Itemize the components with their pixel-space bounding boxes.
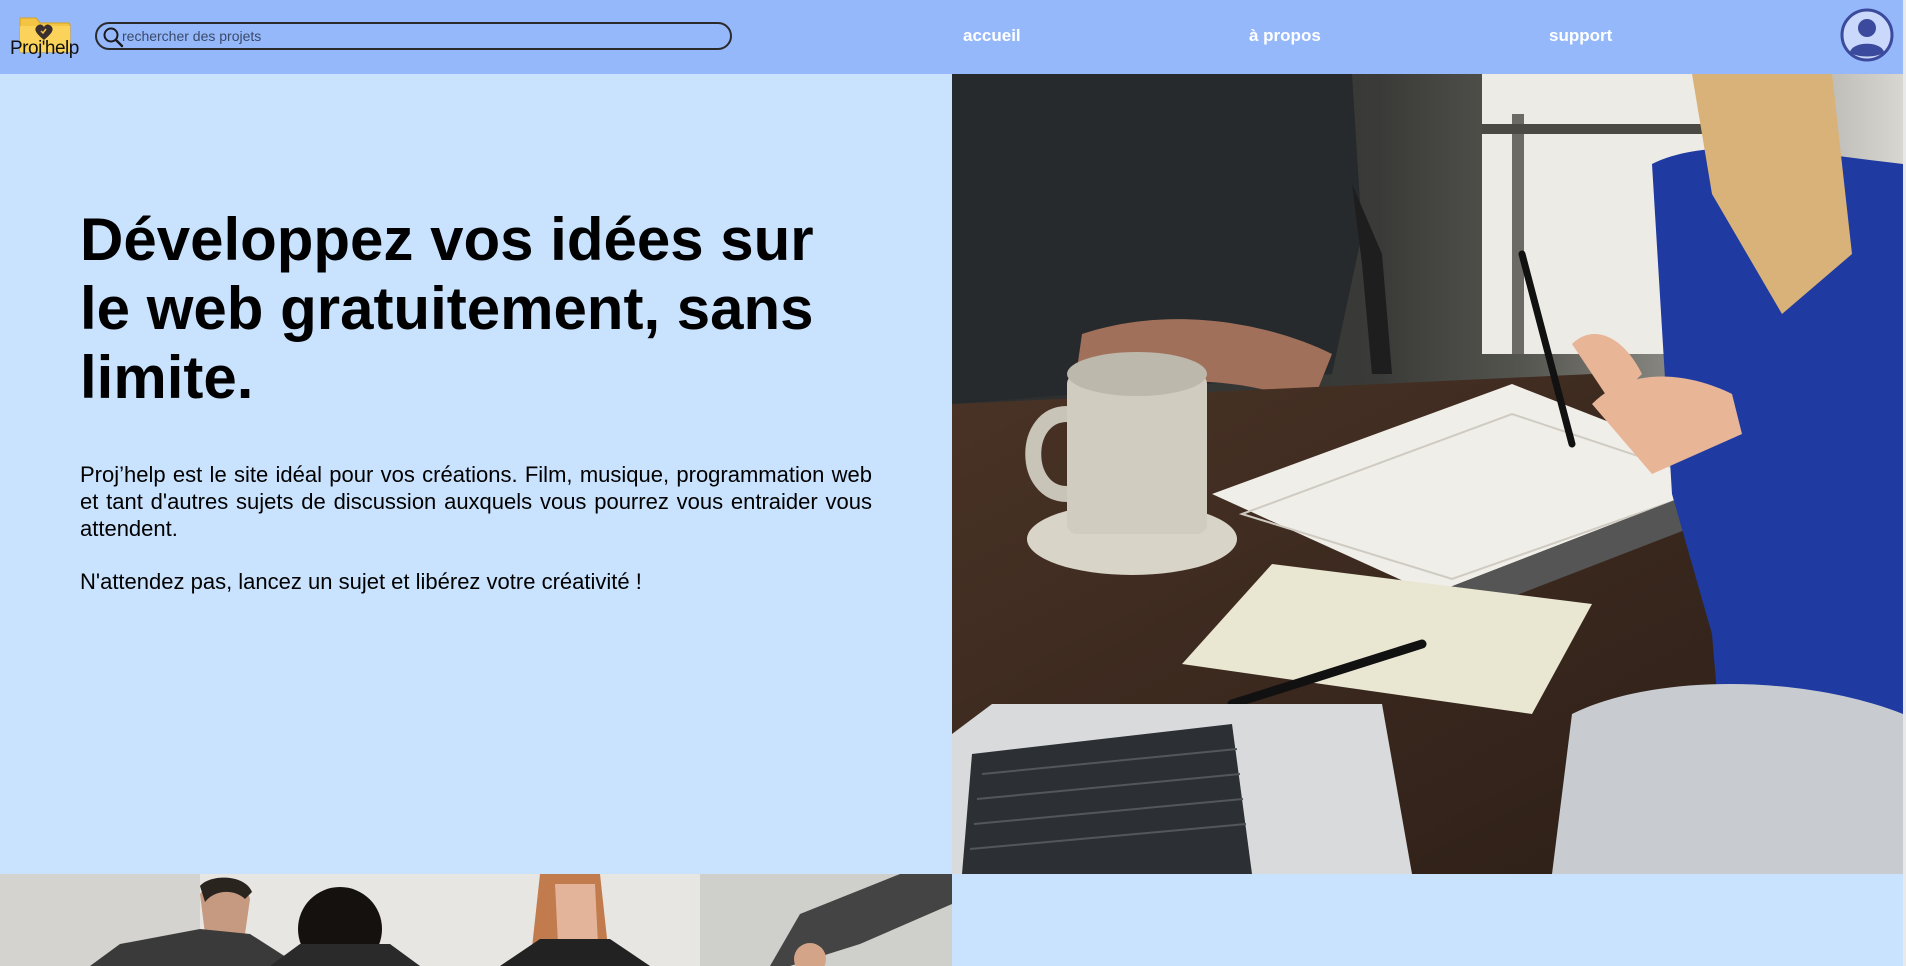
page: Proj'help accueil à propos support Dével…: [0, 0, 1906, 966]
search-icon[interactable]: [102, 26, 124, 48]
team-photo-illustration: [0, 874, 952, 966]
top-navbar: Proj'help accueil à propos support: [0, 0, 1906, 74]
bottom-right-panel: [952, 874, 1903, 966]
team-photo-strip: [0, 874, 952, 966]
search-bar[interactable]: [95, 22, 732, 50]
nav-link-support[interactable]: support: [1549, 26, 1612, 46]
search-input[interactable]: [122, 25, 712, 47]
logo-text: Proj'help: [10, 38, 79, 59]
hero-description: Proj’help est le site idéal pour vos cré…: [80, 462, 872, 541]
hero-photo-workspace: [952, 74, 1903, 874]
hero-call-to-action: N'attendez pas, lancez un sujet et libér…: [80, 569, 642, 594]
hero-text-panel: Développez vos idées sur le web gratuite…: [0, 74, 952, 874]
nav-link-accueil[interactable]: accueil: [963, 26, 1021, 46]
workspace-photo-illustration: [952, 74, 1903, 874]
user-account-icon[interactable]: [1840, 8, 1894, 62]
hero-title: Développez vos idées sur le web gratuite…: [80, 206, 814, 411]
nav-link-a-propos[interactable]: à propos: [1249, 26, 1321, 46]
